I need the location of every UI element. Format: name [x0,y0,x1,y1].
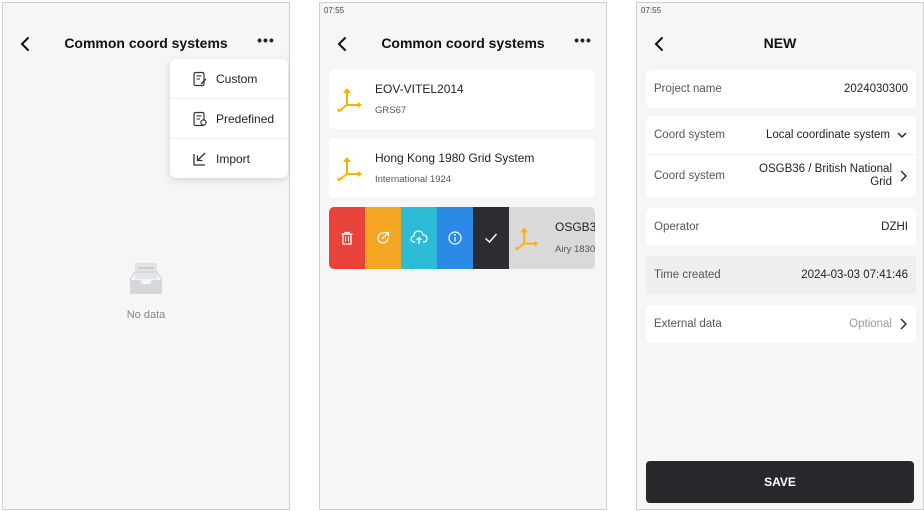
coord-system-row[interactable]: Coord system OSGB36 / British National G… [646,154,916,197]
ellipsoid-name: GRS67 [375,105,407,116]
menu-item-predefined[interactable]: Predefined [170,99,288,139]
coord-system-group: Coord system Local coordinate system Coo… [646,116,916,197]
coord-system-item[interactable]: Hong Kong 1980 Grid System International… [329,138,595,198]
empty-inbox-icon [129,263,163,294]
project-name-group: Project name 2024030300 [646,70,916,108]
coord-system-type-row[interactable]: Coord system Local coordinate system [646,116,916,154]
ellipsoid-name: International 1924 [375,174,452,185]
time-created-group: Time created 2024-03-03 07:41:46 [646,256,916,294]
page-title: NEW [763,35,797,51]
cloud-upload-icon [410,230,428,244]
coord-system-name: Hong Kong 1980 Grid System [375,151,535,165]
more-dots-icon: ••• [574,32,592,48]
coord-system-value-line1: OSGB36 / British National [759,163,892,175]
coord-system-name: OSGB36 [555,220,595,234]
save-button[interactable]: SAVE [646,461,914,503]
top-bar: NEW [637,27,923,61]
coordinate-axes-icon [337,88,362,112]
delete-icon [341,231,353,245]
coordinate-axes-icon [514,227,539,251]
more-menu-button[interactable]: ••• [572,33,594,55]
edit-document-icon [193,71,207,86]
operator-group: Operator DZHI [646,208,916,246]
menu-item-custom[interactable]: Custom [170,59,288,99]
page-title: Common coord systems [381,35,545,51]
status-time: 07:55 [641,6,662,15]
coord-system-item[interactable]: EOV-VITEL2014 GRS67 [329,69,595,129]
page-title: Common coord systems [64,35,228,51]
time-created-label: Time created [654,269,721,281]
info-icon [448,231,462,245]
import-icon [193,152,206,166]
screen-empty-list: Common coord systems ••• Custom Predefin… [2,2,290,510]
chevron-right-icon [900,318,907,330]
empty-label: No data [126,309,166,321]
screen-coord-list: 07:55 Common coord systems ••• EOV-VITEL… [319,2,607,510]
more-menu-button[interactable]: ••• [255,33,277,55]
more-dots-icon: ••• [257,32,275,48]
chevron-down-icon [897,132,907,138]
project-name-value[interactable]: 2024030300 [844,83,908,95]
top-bar: Common coord systems ••• [320,27,606,61]
operator-row[interactable]: Operator DZHI [646,208,916,246]
coord-system-name: EOV-VITEL2014 [375,82,464,96]
menu-item-label: Import [216,151,251,166]
info-button[interactable] [437,207,473,269]
time-created-row: Time created 2024-03-03 07:41:46 [646,256,916,294]
coord-system-item-content: OSGB36 Airy 1830 [509,207,595,269]
top-bar: Common coord systems ••• [3,27,289,61]
check-icon [485,233,498,243]
coord-system-value-line2: Grid [870,176,892,188]
document-settings-icon [193,111,207,126]
external-data-row[interactable]: External data Optional [646,305,916,343]
coord-system-label: Coord system [654,170,725,182]
external-data-value: Optional [849,318,892,330]
menu-item-label: Predefined [216,111,275,126]
swiped-coord-system-item[interactable]: OSGB36 Airy 1830 [329,207,595,269]
menu-item-import[interactable]: Import [170,139,288,178]
coord-system-type-label: Coord system [654,129,725,141]
project-name-label: Project name [654,83,722,95]
ellipsoid-name: Airy 1830 [555,244,595,255]
share-button[interactable] [365,207,401,269]
status-time: 07:55 [324,6,345,15]
coord-system-type-value[interactable]: Local coordinate system [766,129,890,141]
operator-label: Operator [654,221,700,233]
time-created-value: 2024-03-03 07:41:46 [801,269,908,281]
chevron-right-icon [900,170,907,182]
project-name-row[interactable]: Project name 2024030300 [646,70,916,108]
external-data-group: External data Optional [646,305,916,343]
coord-system-value: OSGB36 / British National Grid [759,163,892,189]
operator-value[interactable]: DZHI [881,221,908,233]
add-menu-popup: Custom Predefined Import [170,59,288,178]
upload-button[interactable] [401,207,437,269]
share-icon [377,231,390,244]
delete-button[interactable] [329,207,365,269]
coordinate-axes-icon [337,157,362,181]
empty-state: No data [3,258,289,321]
screen-new-project: 07:55 NEW Project name 2024030300 Coord … [636,2,924,510]
external-data-label: External data [654,318,722,330]
menu-item-label: Custom [216,71,258,86]
select-button[interactable] [473,207,509,269]
